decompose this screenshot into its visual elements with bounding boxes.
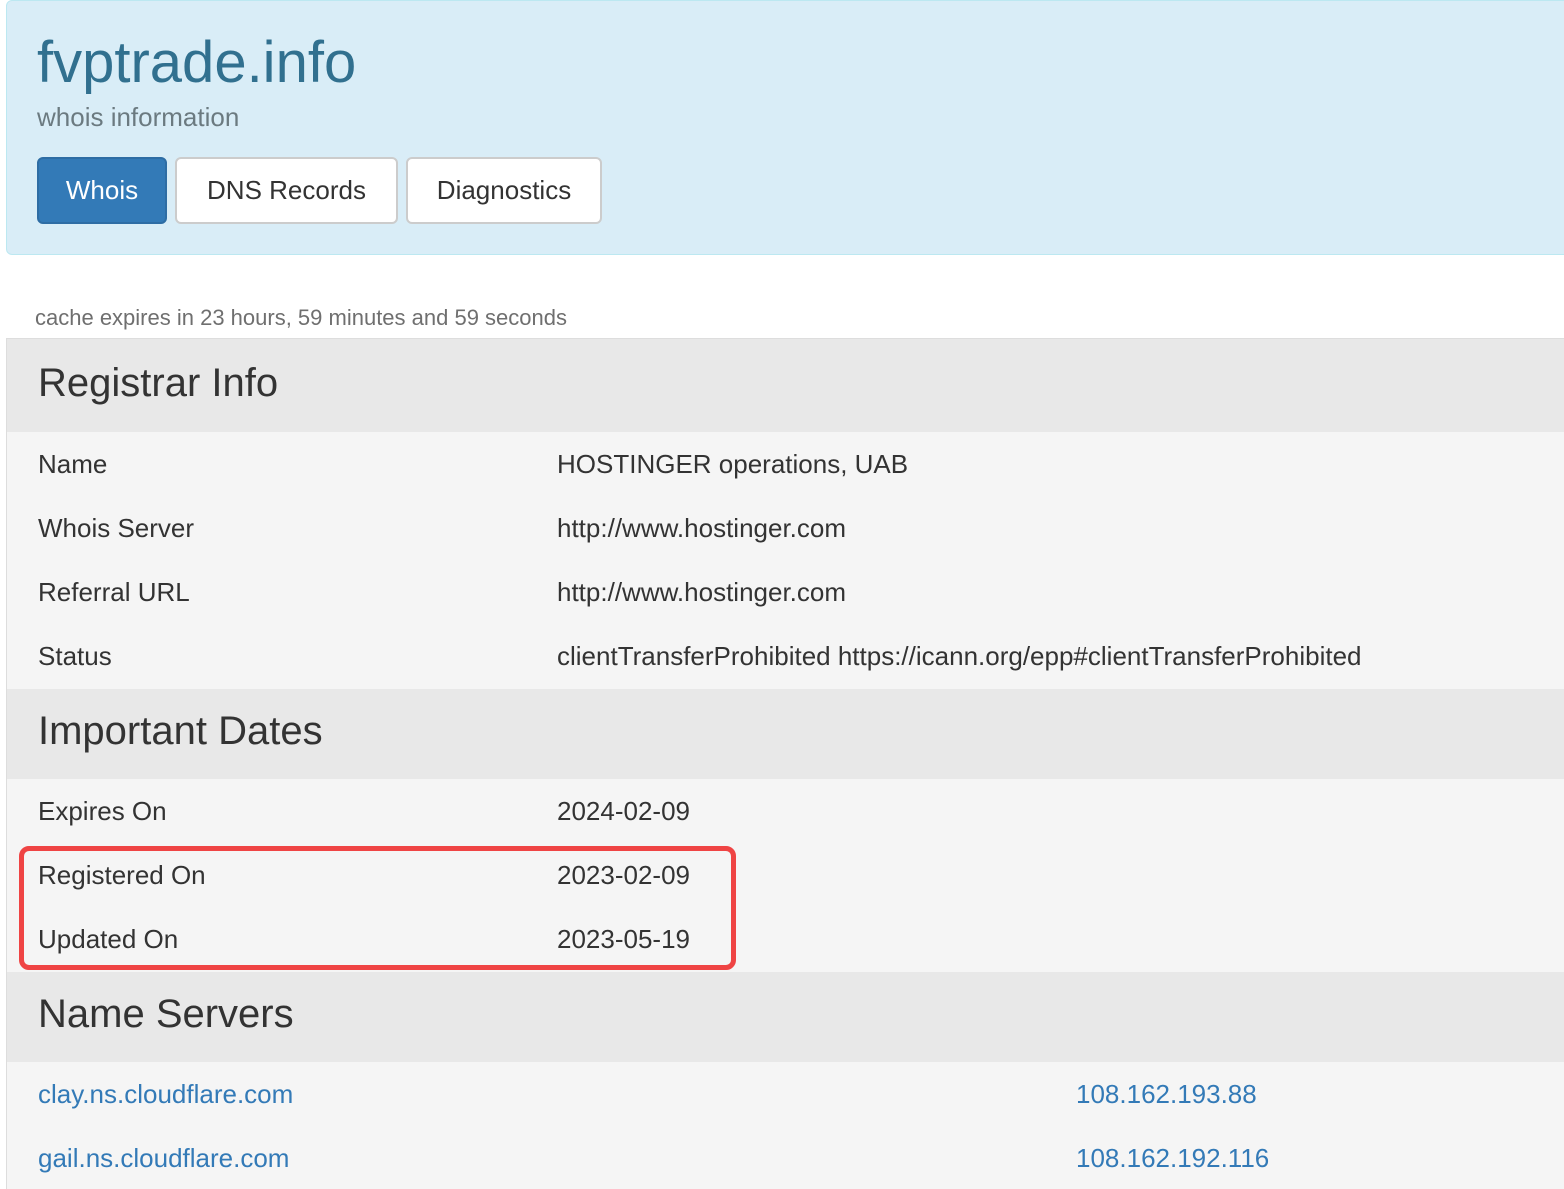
- expires-on-label: Expires On: [38, 796, 167, 826]
- nameserver-ip-link[interactable]: 108.162.193.88: [1076, 1078, 1257, 1110]
- registered-on-label: Registered On: [38, 860, 206, 890]
- registrar-section-header: Registrar Info: [7, 339, 1564, 432]
- status-label: Status: [38, 641, 112, 671]
- registrar-heading: Registrar Info: [38, 361, 279, 405]
- referral-url-value: http://www.hostinger.com: [557, 577, 847, 607]
- cache-expiry-note: cache expires in 23 hours, 59 minutes an…: [35, 305, 567, 330]
- nameserver-host-link[interactable]: gail.ns.cloudflare.com: [38, 1142, 289, 1174]
- registrar-name-label: Name: [38, 449, 108, 479]
- updated-on-value: 2023-05-19: [557, 924, 690, 954]
- nameserver-ip-link[interactable]: 108.162.192.116: [1076, 1142, 1269, 1174]
- whois-panel: Registrar Info Name HOSTINGER operations…: [6, 338, 1564, 1189]
- status-value: clientTransferProhibited https://icann.o…: [557, 641, 1362, 671]
- updated-on-label: Updated On: [38, 924, 179, 954]
- expires-on-value: 2024-02-09: [557, 796, 690, 826]
- tab-whois[interactable]: Whois: [37, 157, 167, 224]
- nameserver-host-link[interactable]: clay.ns.cloudflare.com: [38, 1078, 293, 1110]
- registered-on-value: 2023-02-09: [557, 860, 690, 890]
- domain-title: fvptrade.info: [37, 30, 357, 95]
- nameservers-section-header: Name Servers: [7, 972, 1564, 1062]
- registrar-name-value: HOSTINGER operations, UAB: [557, 449, 909, 479]
- dates-heading: Important Dates: [38, 709, 323, 753]
- whois-server-value: http://www.hostinger.com: [557, 513, 847, 543]
- dates-section-header: Important Dates: [7, 689, 1564, 779]
- tab-diagnostics[interactable]: Diagnostics: [406, 157, 602, 224]
- nameservers-heading: Name Servers: [38, 992, 294, 1036]
- page-subtitle: whois information: [37, 102, 240, 132]
- tab-dns-records[interactable]: DNS Records: [175, 157, 398, 224]
- whois-server-label: Whois Server: [38, 513, 195, 543]
- referral-url-label: Referral URL: [38, 577, 190, 607]
